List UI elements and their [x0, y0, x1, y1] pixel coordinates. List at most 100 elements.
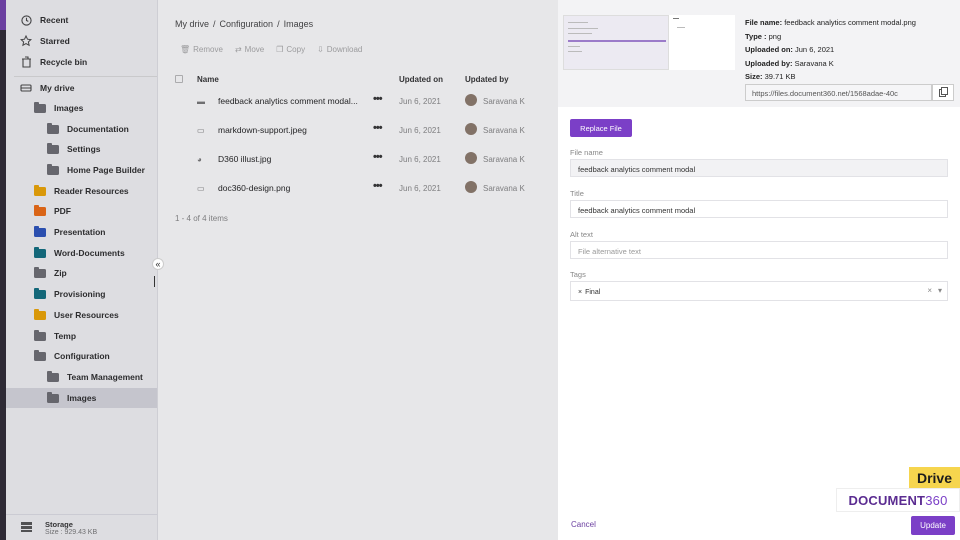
- avatar: [465, 152, 477, 164]
- table-header: Name Updated on Updated by: [175, 72, 558, 88]
- image-file-icon: ▬: [197, 97, 205, 106]
- storage-title: Storage: [45, 519, 73, 529]
- remove-label: Remove: [193, 45, 223, 54]
- sidebar-item-label: Starred: [40, 36, 70, 46]
- table-row[interactable]: ▭ doc360-design.png ••• Jun 6, 2021 Sara…: [175, 175, 558, 203]
- document360-logo: DOCUMENT 360: [836, 488, 960, 512]
- sidebar-item-label: Recent: [40, 15, 69, 25]
- sidebar-folder-provisioning[interactable]: Provisioning: [6, 284, 157, 304]
- file-name[interactable]: feedback analytics comment modal...: [218, 96, 368, 106]
- breadcrumb-separator: /: [213, 19, 216, 29]
- sidebar-folder-user-resources[interactable]: User Resources: [6, 305, 157, 325]
- sidebar-folder-reader-resources[interactable]: Reader Resources: [6, 181, 157, 201]
- more-options-icon[interactable]: •••: [373, 122, 383, 134]
- move-icon: ⇄: [234, 45, 242, 54]
- column-updated-by[interactable]: Updated by: [465, 75, 509, 84]
- column-updated-on[interactable]: Updated on: [399, 75, 443, 84]
- breadcrumb-configuration[interactable]: Configuration: [220, 19, 274, 29]
- folder-icon: [34, 204, 46, 216]
- copy-url-button[interactable]: [932, 84, 954, 101]
- tag-label: Final: [585, 289, 601, 296]
- logo-number: 360: [925, 492, 948, 508]
- file-name[interactable]: doc360-design.png: [218, 183, 368, 193]
- breadcrumb-my-drive[interactable]: My drive: [175, 19, 209, 29]
- meta-uploaded-by-label: Uploaded by:: [745, 58, 793, 68]
- meta-type: png: [768, 31, 782, 41]
- file-name[interactable]: D360 illust.jpg: [218, 154, 368, 164]
- sidebar-item-my-drive[interactable]: My drive: [6, 78, 157, 98]
- update-button[interactable]: Update: [911, 516, 955, 535]
- avatar: [465, 181, 477, 193]
- avatar: [465, 123, 477, 135]
- column-name[interactable]: Name: [197, 75, 219, 84]
- sidebar-folder-images-active[interactable]: Images: [6, 388, 157, 408]
- clear-tags-icon[interactable]: ×: [927, 286, 932, 295]
- remove-button[interactable]: 🗑︎ Remove: [180, 45, 223, 54]
- sidebar-item-starred[interactable]: Starred: [6, 31, 157, 51]
- table-row[interactable]: ▬ feedback analytics comment modal... ••…: [175, 88, 558, 116]
- meta-size: 39.71 KB: [764, 72, 796, 81]
- sidebar-item-label: Images: [67, 393, 97, 403]
- more-options-icon[interactable]: •••: [373, 93, 383, 105]
- sidebar-folder-zip[interactable]: Zip: [6, 263, 157, 283]
- more-options-icon[interactable]: •••: [373, 180, 383, 192]
- folder-icon: [34, 329, 46, 341]
- storage-panel: Storage Size : 929.43 KB: [6, 514, 157, 540]
- sidebar-folder-settings[interactable]: Settings: [6, 139, 157, 159]
- sidebar-folder-word-documents[interactable]: Word-Documents: [6, 243, 157, 263]
- sidebar-folder-home-page-builder[interactable]: Home Page Builder: [6, 160, 157, 180]
- copy-icon: [938, 86, 948, 99]
- resize-handle[interactable]: [154, 276, 155, 287]
- sidebar-item-label: Team Management: [67, 372, 143, 382]
- sidebar-folder-team-management[interactable]: Team Management: [6, 367, 157, 387]
- select-all-checkbox[interactable]: [175, 75, 183, 83]
- move-button[interactable]: ⇄ Move: [235, 45, 264, 54]
- replace-file-button[interactable]: Replace File: [570, 119, 632, 137]
- drive-icon: [20, 82, 32, 94]
- download-button[interactable]: ⇩ Download: [317, 45, 362, 54]
- sidebar-item-label: My drive: [40, 83, 75, 93]
- collapse-sidebar-icon[interactable]: «: [152, 258, 164, 270]
- remove-tag-icon[interactable]: ×: [578, 289, 582, 296]
- folder-icon: [34, 225, 46, 237]
- star-icon: [20, 35, 32, 47]
- chevron-down-icon[interactable]: ▾: [938, 286, 942, 295]
- sidebar-item-label: Presentation: [54, 227, 106, 237]
- sidebar-item-label: Word-Documents: [54, 248, 125, 258]
- title-label: Title: [570, 189, 584, 198]
- sidebar-folder-images[interactable]: Images: [6, 98, 157, 118]
- file-url-field[interactable]: https://files.document360.net/1568adae-4…: [745, 84, 932, 101]
- file-name[interactable]: markdown-support.jpeg: [218, 125, 368, 135]
- file-details-panel: File name: feedback analytics comment mo…: [558, 0, 960, 540]
- trash-icon: [20, 56, 32, 68]
- folder-icon: [47, 122, 59, 134]
- sidebar-folder-temp[interactable]: Temp: [6, 326, 157, 346]
- table-row[interactable]: ▭ markdown-support.jpeg ••• Jun 6, 2021 …: [175, 117, 558, 145]
- updated-on: Jun 6, 2021: [399, 97, 441, 106]
- folder-icon: [47, 391, 59, 403]
- sidebar-folder-configuration[interactable]: Configuration: [6, 346, 157, 366]
- storage-size: Size : 929.43 KB: [45, 528, 98, 536]
- folder-icon: [34, 266, 46, 278]
- avatar: [465, 94, 477, 106]
- more-options-icon[interactable]: •••: [373, 151, 383, 163]
- clock-icon: [20, 14, 32, 26]
- alt-text-field[interactable]: File alternative text: [570, 241, 948, 259]
- cancel-button[interactable]: Cancel: [571, 520, 596, 529]
- table-row[interactable]: ◕ D360 illust.jpg ••• Jun 6, 2021 Sarava…: [175, 146, 558, 174]
- sidebar-item-label: Documentation: [67, 124, 129, 134]
- title-field[interactable]: feedback analytics comment modal: [570, 200, 948, 218]
- sidebar-folder-pdf[interactable]: PDF: [6, 201, 157, 221]
- download-icon: ⇩: [317, 45, 324, 54]
- tags-select[interactable]: × Final × ▾: [570, 281, 948, 301]
- sidebar-item-recent[interactable]: Recent: [6, 10, 157, 30]
- sidebar-folder-presentation[interactable]: Presentation: [6, 222, 157, 242]
- pagination-info: 1 - 4 of 4 items: [175, 214, 228, 223]
- sidebar-folder-documentation[interactable]: Documentation: [6, 119, 157, 139]
- alt-text-placeholder: File alternative text: [578, 247, 641, 256]
- file-name-field[interactable]: feedback analytics comment modal: [570, 159, 948, 177]
- breadcrumb-images: Images: [283, 19, 314, 29]
- sidebar-item-recycle-bin[interactable]: Recycle bin: [6, 52, 157, 72]
- copy-button[interactable]: ❐ Copy: [276, 45, 305, 54]
- sidebar-item-label: Reader Resources: [54, 186, 129, 196]
